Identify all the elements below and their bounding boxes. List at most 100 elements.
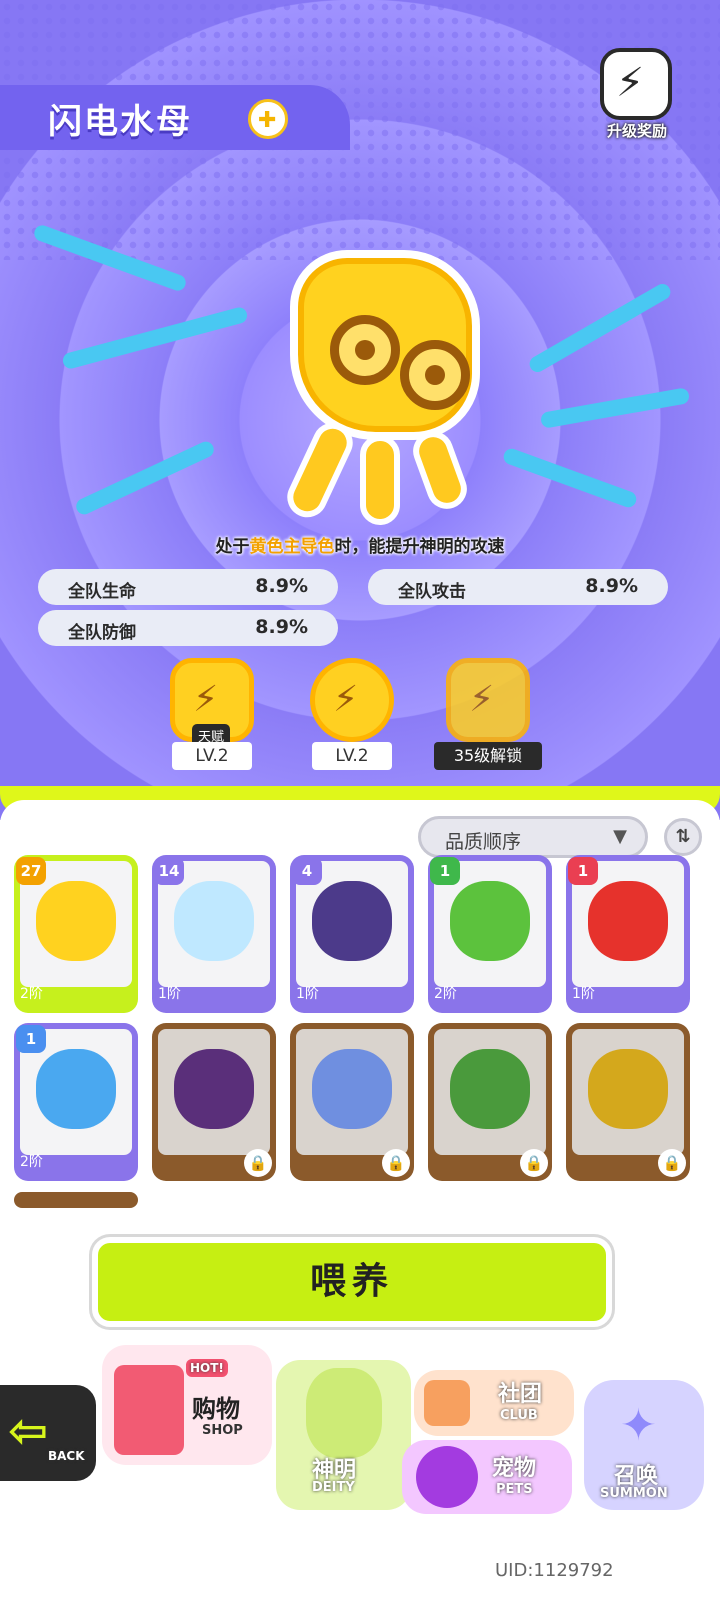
pet-portrait (174, 1049, 254, 1129)
stat-value: 8.9% (585, 575, 638, 597)
stat-value: 8.9% (255, 616, 308, 638)
shop-hot-tag: HOT! (186, 1359, 228, 1377)
pet-portrait (312, 881, 392, 961)
pet-card-inner (296, 1029, 408, 1155)
lightning-streak (73, 439, 217, 517)
pet-portrait (312, 1049, 392, 1129)
skill-unlock-level: 35级解锁 (434, 742, 542, 770)
sort-label: 品质顺序 (445, 831, 522, 853)
club-button[interactable]: 社团 CLUB (414, 1370, 574, 1436)
lightning-streak (61, 305, 249, 371)
club-bag-icon (424, 1380, 470, 1426)
pet-card[interactable]: 1 1阶 (566, 855, 690, 1013)
pet-card[interactable]: 1 2阶 (428, 855, 552, 1013)
pet-card[interactable]: 1 2阶 (14, 1023, 138, 1181)
chevron-down-icon: ▼ (613, 826, 627, 847)
eye (330, 315, 400, 385)
jellyfish-tentacle (360, 435, 400, 525)
pet-card[interactable]: 4 1阶 (290, 855, 414, 1013)
club-label-cn: 社团 (498, 1382, 543, 1407)
pet-level-badge: 4 (292, 857, 322, 885)
back-button[interactable]: ⇦ BACK (0, 1385, 96, 1481)
summon-button[interactable]: ✦ 召唤 SUMMON (584, 1380, 704, 1510)
pet-name: 闪电水母 (48, 102, 192, 142)
eye (400, 340, 470, 410)
stat-name: 全队生命 (68, 582, 136, 602)
pet-card[interactable]: 🔒 (566, 1023, 690, 1181)
summon-star-icon: ✦ (620, 1400, 657, 1451)
pets-button[interactable]: 宠物 PETS (402, 1440, 572, 1514)
pet-portrait (36, 1049, 116, 1129)
lock-icon: 🔒 (244, 1149, 272, 1177)
pet-card-partial (14, 1192, 138, 1208)
pet-portrait (36, 881, 116, 961)
stat-value: 8.9% (255, 575, 308, 597)
pet-card[interactable]: 🔒 (152, 1023, 276, 1181)
pet-card-inner (158, 1029, 270, 1155)
description-suffix: 时，能提升神明的攻速 (334, 537, 505, 557)
deity-button[interactable]: 神明 DEITY (276, 1360, 411, 1510)
pet-rank: 2阶 (434, 986, 457, 1002)
pet-rank: 2阶 (20, 986, 43, 1002)
skill-description: 处于黄色主导色时，能提升神明的攻速 (0, 532, 720, 557)
pet-portrait (450, 1049, 530, 1129)
lightning-jellyfish-illustration (250, 220, 510, 530)
lock-icon: 🔒 (382, 1149, 410, 1177)
pet-portrait (588, 881, 668, 961)
stat-team-attack: 全队攻击 8.9% (368, 569, 668, 605)
club-label-en: CLUB (500, 1408, 538, 1423)
lightning-streak (501, 446, 639, 510)
pet-portrait (174, 881, 254, 961)
pets-label-cn: 宠物 (492, 1456, 537, 1481)
lightning-skill-icon: ⚡ (446, 658, 530, 742)
description-highlight: 黄色主导色 (249, 537, 335, 557)
user-id: UID:1129792 (495, 1560, 614, 1581)
sort-dropdown[interactable]: 品质顺序 ▼ (418, 816, 648, 858)
feed-button[interactable]: 喂养 (92, 1237, 612, 1327)
lock-icon: 🔒 (658, 1149, 686, 1177)
pet-level-badge: 14 (154, 857, 184, 885)
stat-name: 全队攻击 (398, 582, 466, 602)
pet-rank: 1阶 (296, 986, 319, 1002)
upgrade-reward-button[interactable]: ⚡ 升级奖励 (592, 48, 682, 143)
pet-portrait (588, 1049, 668, 1129)
lightning-streak (526, 281, 674, 375)
lightning-streak (539, 387, 691, 429)
pet-rank: 2阶 (20, 1154, 43, 1170)
upgrade-reward-icon: ⚡ (600, 48, 672, 120)
skill-level: LV.2 (172, 742, 252, 770)
summon-label-en: SUMMON (600, 1486, 668, 1501)
shop-label-cn: 购物 (192, 1395, 240, 1423)
cross-badge-icon[interactable]: ✚ (248, 99, 288, 139)
sort-order-toggle-icon[interactable]: ⇅ (664, 818, 702, 856)
pet-card[interactable]: 14 1阶 (152, 855, 276, 1013)
pet-portrait (450, 881, 530, 961)
pet-card[interactable]: 🔒 (290, 1023, 414, 1181)
pet-level-badge: 1 (430, 857, 460, 885)
skill-3-locked[interactable]: ⚡ 35级解锁 (434, 658, 542, 774)
pet-level-badge: 27 (16, 857, 46, 885)
pet-blob-icon (416, 1446, 478, 1508)
back-arrow-icon: ⇦ (8, 1403, 49, 1459)
stat-team-hp: 全队生命 8.9% (38, 569, 338, 605)
pet-level-badge: 1 (16, 1025, 46, 1053)
jellyfish-tentacle (280, 416, 360, 524)
pet-level-badge: 1 (568, 857, 598, 885)
jellyfish-tentacle (407, 425, 473, 515)
skill-talent[interactable]: ⚡ 天赋 LV.2 (162, 658, 262, 774)
stat-name: 全队防御 (68, 623, 136, 643)
deity-label-en: DEITY (312, 1480, 355, 1495)
stat-team-defense: 全队防御 8.9% (38, 610, 338, 646)
skill-level: LV.2 (312, 742, 392, 770)
pet-card-inner (572, 1029, 684, 1155)
pet-rank: 1阶 (572, 986, 595, 1002)
skill-2[interactable]: ⚡ LV.2 (302, 658, 402, 774)
vending-machine-icon (114, 1365, 184, 1455)
pet-card[interactable]: 🔒 (428, 1023, 552, 1181)
description-prefix: 处于 (215, 537, 250, 557)
pet-card[interactable]: 27 2阶 (14, 855, 138, 1013)
shop-button[interactable]: HOT! 购物 SHOP (102, 1345, 272, 1465)
pet-card-inner (434, 1029, 546, 1155)
deity-character-icon (306, 1368, 382, 1458)
lightning-skill-icon: ⚡ (310, 658, 394, 742)
